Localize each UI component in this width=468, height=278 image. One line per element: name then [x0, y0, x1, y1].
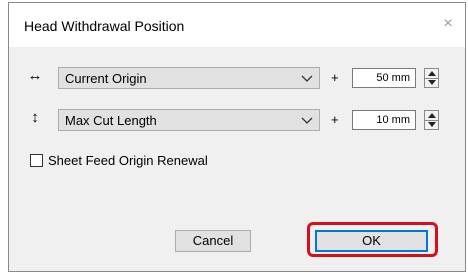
dialog-title: Head Withdrawal Position — [24, 18, 185, 34]
plus-label: + — [331, 112, 339, 127]
vertical-arrows-icon: ↕ — [31, 109, 39, 126]
horizontal-arrows-icon: ↔ — [27, 67, 43, 84]
spin-down-button[interactable] — [425, 78, 438, 87]
vertical-offset-input[interactable]: 10 mm — [352, 110, 416, 130]
sheet-feed-origin-label[interactable]: Sheet Feed Origin Renewal — [48, 153, 208, 168]
plus-label: + — [331, 70, 339, 85]
triangle-down-icon — [428, 80, 436, 85]
vertical-offset-value: 10 mm — [376, 114, 410, 126]
triangle-down-icon — [428, 122, 436, 127]
close-icon[interactable]: × — [437, 13, 459, 35]
origin-select[interactable]: Current Origin — [58, 67, 320, 89]
vertical-offset-spinner[interactable] — [424, 110, 439, 130]
horizontal-offset-value: 50 mm — [376, 72, 410, 84]
chevron-down-icon — [301, 117, 313, 124]
horizontal-offset-spinner[interactable] — [424, 68, 439, 88]
title-bar: Head Withdrawal Position × — [9, 3, 465, 47]
cancel-button[interactable]: Cancel — [175, 230, 251, 252]
triangle-up-icon — [428, 71, 436, 76]
origin-select-value: Current Origin — [65, 71, 147, 86]
sheet-feed-origin-checkbox[interactable] — [30, 154, 43, 167]
horizontal-offset-input[interactable]: 50 mm — [352, 68, 416, 88]
ok-highlight-annotation — [307, 222, 438, 257]
cut-length-select-value: Max Cut Length — [65, 113, 157, 128]
triangle-up-icon — [428, 113, 436, 118]
spin-down-button[interactable] — [425, 120, 438, 129]
cut-length-select[interactable]: Max Cut Length — [58, 109, 320, 131]
chevron-down-icon — [301, 75, 313, 82]
